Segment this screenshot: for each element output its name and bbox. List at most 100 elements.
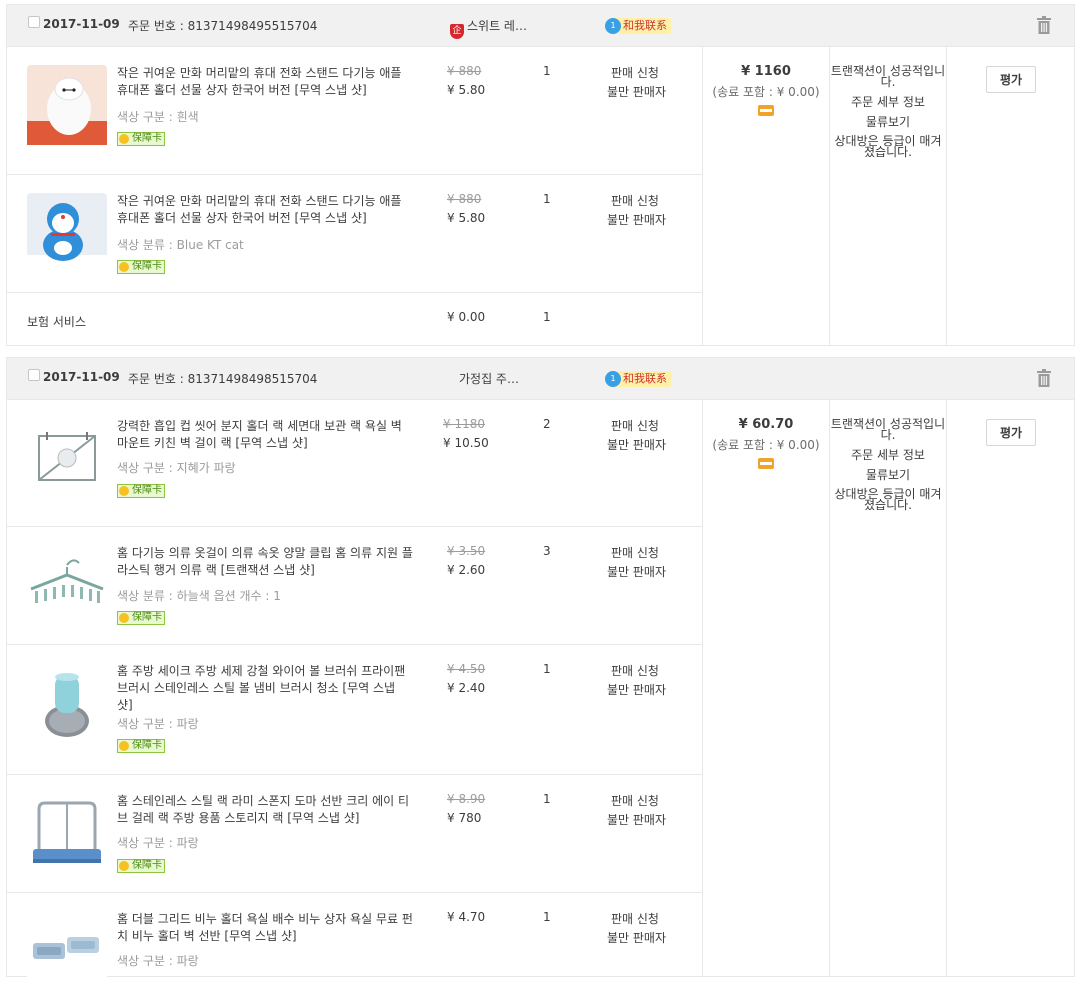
- product-title-link[interactable]: 홈 주방 세이크 주방 세제 강철 와이어 볼 브러쉬 프라이팬 브러시 스테인…: [117, 663, 413, 714]
- guarantee-badge[interactable]: 保障卡: [117, 132, 165, 146]
- list-item: 홈 더블 그리드 비누 홀더 욕실 배수 비누 상자 욕실 무료 펀치 비누 홀…: [7, 893, 702, 991]
- product-image[interactable]: [27, 418, 107, 498]
- order-card: 2017-11-09 주문 번호 : 81371498495515704 企 스위…: [6, 4, 1075, 346]
- insurance-label: 보험 서비스: [27, 315, 87, 329]
- logistics-link[interactable]: 물류보기: [830, 469, 946, 481]
- product-spec: 색상 구분 : 파랑: [117, 954, 199, 968]
- shop-link[interactable]: 가정집 주…: [459, 370, 519, 387]
- complain-seller-link[interactable]: 불만 판매자: [607, 929, 666, 946]
- product-image[interactable]: [27, 193, 107, 273]
- complain-seller-link[interactable]: 불만 판매자: [607, 681, 666, 698]
- order-total-column: ¥ 60.70 (송료 포함 : ¥ 0.00): [703, 400, 830, 976]
- order-detail-link[interactable]: 주문 세부 정보: [830, 449, 946, 461]
- rated-status: 상대방은 등급이 매겨졌습니다.: [834, 487, 942, 512]
- complain-seller-link[interactable]: 불만 판매자: [607, 211, 666, 228]
- refund-request-link[interactable]: 판매 신청: [611, 792, 659, 809]
- order-total-column: ¥ 1160 (송료 포함 : ¥ 0.00): [703, 47, 830, 345]
- guarantee-badge[interactable]: 保障卡: [117, 859, 165, 873]
- order-status-column: 트랜잭션이 성공적입니다. 주문 세부 정보 물류보기 상대방은 등급이 매겨졌…: [830, 47, 947, 345]
- shop-link[interactable]: 企 스위트 레…: [450, 17, 527, 39]
- order-select-checkbox[interactable]: [28, 369, 40, 381]
- list-item: 홈 주방 세이크 주방 세제 강철 와이어 볼 브러쉬 프라이팬 브러시 스테인…: [7, 645, 702, 775]
- insurance-row: 보험 서비스 ¥ 0.00 1: [7, 293, 702, 345]
- order-card: 2017-11-09 주문 번호 : 81371498498515704 가정집…: [6, 357, 1075, 991]
- original-price: ¥ 4.50: [447, 662, 486, 676]
- quantity: 1: [543, 910, 551, 924]
- original-price: ¥ 3.50: [447, 544, 486, 558]
- shop-name: 가정집 주…: [459, 372, 519, 386]
- unit-price: ¥ 2.60: [447, 563, 486, 577]
- unit-price: ¥ 2.40: [447, 681, 486, 695]
- product-title-link[interactable]: 홈 더블 그리드 비누 홀더 욕실 배수 비누 상자 욕실 무료 펀치 비누 홀…: [117, 911, 413, 945]
- product-title-link[interactable]: 홈 스테인레스 스틸 랙 라미 스폰지 도마 선반 크리 에이 티브 걸레 랙 …: [117, 793, 413, 827]
- insurance-price: ¥ 0.00: [447, 310, 486, 324]
- quantity: 1: [543, 192, 551, 206]
- order-total: ¥ 60.70: [738, 417, 794, 432]
- list-item: 홈 다기능 의류 옷걸이 의류 속옷 양말 클립 홈 의류 지원 플라스틱 행거…: [7, 527, 702, 645]
- list-item: 강력한 흡입 컵 씻어 분지 홀더 랙 세면대 보관 랙 욕실 벽 마운트 키친…: [7, 400, 702, 527]
- product-spec: 색상 구분 : 흰색: [117, 110, 199, 124]
- complain-seller-link[interactable]: 불만 판매자: [607, 563, 666, 580]
- shipping-note: (송료 포함 : ¥ 0.00): [712, 85, 820, 99]
- list-item: 홈 스테인레스 스틸 랙 라미 스폰지 도마 선반 크리 에이 티브 걸레 랙 …: [7, 775, 702, 893]
- quantity: 2: [543, 417, 551, 431]
- logistics-link[interactable]: 물류보기: [830, 116, 946, 128]
- contact-seller-button[interactable]: 1 和我联系: [605, 18, 671, 34]
- original-price: ¥ 8.90: [447, 792, 486, 806]
- complain-seller-link[interactable]: 불만 판매자: [607, 436, 666, 453]
- product-image[interactable]: [27, 545, 107, 625]
- product-title-link[interactable]: 홈 다기능 의류 옷걸이 의류 속옷 양말 클립 홈 의류 지원 플라스틱 행거…: [117, 545, 413, 579]
- original-price: ¥ 1180: [443, 417, 485, 431]
- product-spec: 색상 분류 : Blue KT cat: [117, 238, 244, 252]
- contact-seller-button[interactable]: 1 和我联系: [605, 371, 671, 387]
- guarantee-badge[interactable]: 保障卡: [117, 260, 165, 274]
- rate-button[interactable]: 평가: [986, 419, 1036, 446]
- unit-price: ¥ 5.80: [447, 211, 486, 225]
- guarantee-badge[interactable]: 保障卡: [117, 739, 165, 753]
- product-spec: 색상 구분 : 파랑: [117, 717, 199, 731]
- order-number: 주문 번호 : 81371498498515704: [128, 372, 318, 386]
- complain-seller-link[interactable]: 불만 판매자: [607, 811, 666, 828]
- trash-icon[interactable]: [1036, 16, 1052, 34]
- refund-request-link[interactable]: 판매 신청: [611, 192, 659, 209]
- product-image[interactable]: [27, 65, 107, 145]
- order-detail-link[interactable]: 주문 세부 정보: [830, 96, 946, 108]
- refund-request-link[interactable]: 판매 신청: [611, 64, 659, 81]
- order-total: ¥ 1160: [741, 64, 791, 79]
- product-image[interactable]: [27, 793, 107, 873]
- contact-seller-label: 和我联系: [623, 372, 667, 385]
- list-item: 작은 귀여운 만화 머리맡의 휴대 전화 스탠드 다기능 애플 휴대폰 홀더 선…: [7, 47, 702, 175]
- refund-request-link[interactable]: 판매 신청: [611, 417, 659, 434]
- item-list: 작은 귀여운 만화 머리맡의 휴대 전화 스탠드 다기능 애플 휴대폰 홀더 선…: [7, 47, 703, 345]
- guarantee-badge[interactable]: 保障卡: [117, 484, 165, 498]
- order-select-checkbox[interactable]: [28, 16, 40, 28]
- product-image[interactable]: [27, 663, 107, 743]
- rate-button[interactable]: 평가: [986, 66, 1036, 93]
- quantity: 1: [543, 792, 551, 806]
- refund-request-link[interactable]: 판매 신청: [611, 544, 659, 561]
- quantity: 1: [543, 662, 551, 676]
- item-list: 강력한 흡입 컵 씻어 분지 홀더 랙 세면대 보관 랙 욕실 벽 마운트 키친…: [7, 400, 703, 991]
- chat-bubble-icon: 1: [605, 18, 621, 34]
- order-number: 주문 번호 : 81371498495515704: [128, 19, 318, 33]
- product-title-link[interactable]: 작은 귀여운 만화 머리맡의 휴대 전화 스탠드 다기능 애플 휴대폰 홀더 선…: [117, 65, 413, 99]
- order-header: 2017-11-09 주문 번호 : 81371498498515704 가정집…: [7, 358, 1074, 400]
- complain-seller-link[interactable]: 불만 판매자: [607, 83, 666, 100]
- trash-icon[interactable]: [1036, 369, 1052, 387]
- payment-card-icon: [758, 105, 774, 116]
- refund-request-link[interactable]: 판매 신청: [611, 910, 659, 927]
- order-date: 2017-11-09: [43, 370, 120, 384]
- product-title-link[interactable]: 작은 귀여운 만화 머리맡의 휴대 전화 스탠드 다기능 애플 휴대폰 홀더 선…: [117, 193, 413, 227]
- order-date: 2017-11-09: [43, 17, 120, 31]
- order-status-column: 트랜잭션이 성공적입니다. 주문 세부 정보 물류보기 상대방은 등급이 매겨졌…: [830, 400, 947, 976]
- product-title-link[interactable]: 강력한 흡입 컵 씻어 분지 홀더 랙 세면대 보관 랙 욕실 벽 마운트 키친…: [117, 418, 413, 452]
- contact-seller-label: 和我联系: [623, 19, 667, 32]
- unit-price: ¥ 10.50: [443, 436, 489, 450]
- product-image[interactable]: [27, 911, 107, 991]
- refund-request-link[interactable]: 판매 신청: [611, 662, 659, 679]
- rated-status: 상대방은 등급이 매겨졌습니다.: [834, 134, 942, 159]
- unit-price: ¥ 780: [447, 811, 482, 825]
- unit-price: ¥ 5.80: [447, 83, 486, 97]
- guarantee-badge[interactable]: 保障卡: [117, 611, 165, 625]
- chat-bubble-icon: 1: [605, 371, 621, 387]
